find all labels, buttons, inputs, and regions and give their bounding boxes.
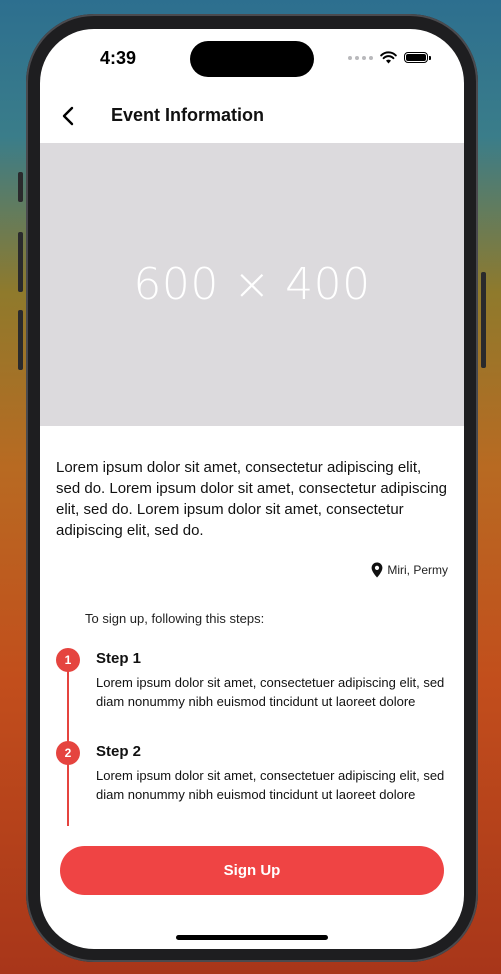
event-hero-image: 600 × 400 — [40, 143, 464, 426]
status-time: 4:39 — [100, 48, 137, 68]
event-location: Miri, Permy — [371, 562, 448, 578]
signal-dots-icon — [348, 55, 373, 60]
event-description: Lorem ipsum dolor sit amet, consectetur … — [56, 459, 448, 539]
step-title: Step 1 — [96, 650, 142, 667]
page-title: Event Information — [111, 105, 265, 125]
home-indicator[interactable] — [176, 935, 328, 940]
wifi-icon — [380, 51, 397, 64]
location-label: Miri, Permy — [387, 563, 448, 577]
step-description: Lorem ipsum dolor sit amet, consectetuer… — [96, 675, 445, 709]
step-item: 1 Step 1 Lorem ipsum dolor sit amet, con… — [56, 648, 456, 728]
hero-placeholder-text: 600 × 400 — [133, 259, 371, 310]
status-icons — [348, 51, 431, 64]
volume-up-button — [18, 232, 23, 292]
battery-icon — [404, 52, 431, 63]
step-description: Lorem ipsum dolor sit amet, consectetuer… — [96, 768, 445, 802]
chevron-left-icon — [62, 106, 74, 126]
dynamic-island — [190, 41, 314, 77]
map-pin-icon — [371, 562, 383, 578]
steps-intro: To sign up, following this steps: — [85, 611, 265, 626]
sign-up-button[interactable]: Sign Up — [60, 846, 444, 895]
step-number-badge: 2 — [56, 741, 80, 765]
volume-down-button — [18, 310, 23, 370]
mute-switch — [18, 172, 23, 202]
power-button — [481, 272, 486, 368]
step-number-badge: 1 — [56, 648, 80, 672]
app-screen: 4:39 Event Information 600 × 400 Lorem i… — [40, 29, 464, 949]
step-item: 2 Step 2 Lorem ipsum dolor sit amet, con… — [56, 741, 456, 821]
back-button[interactable] — [58, 103, 82, 129]
step-title: Step 2 — [96, 743, 142, 760]
